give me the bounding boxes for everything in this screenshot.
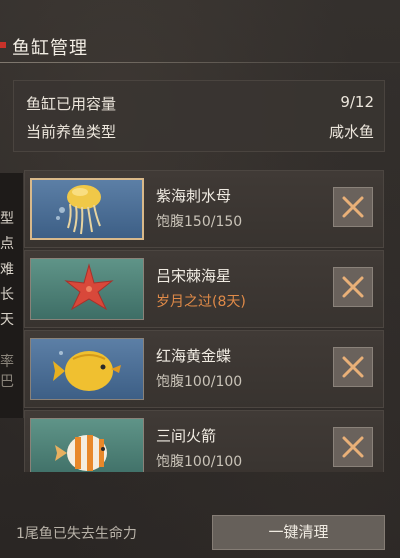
release-fish-button[interactable] bbox=[333, 347, 373, 387]
fish-card[interactable]: 三间火箭 饱腹100/100 bbox=[24, 410, 384, 472]
header-divider bbox=[0, 62, 400, 63]
jellyfish-icon bbox=[56, 185, 101, 235]
close-icon bbox=[342, 356, 364, 378]
fish-name: 紫海刺水母 bbox=[156, 187, 232, 205]
fish-name: 三间火箭 bbox=[156, 427, 217, 445]
fish-status: 饱腹150/150 bbox=[156, 214, 243, 230]
butterflyfish-icon bbox=[53, 351, 121, 391]
page-title: 鱼缸管理 bbox=[12, 38, 88, 59]
side-info-panel: 型 点 难 长 天 率 巴 bbox=[0, 173, 24, 418]
side-char: 率 bbox=[0, 354, 14, 370]
fish-thumbnail bbox=[30, 338, 144, 400]
fish-type-value: 咸水鱼 bbox=[328, 123, 374, 141]
close-icon bbox=[342, 276, 364, 298]
fish-card[interactable]: 紫海刺水母 饱腹150/150 bbox=[24, 170, 384, 248]
fish-card[interactable]: 吕宋棘海星 岁月之过(8天) bbox=[24, 250, 384, 328]
fish-type-label: 当前养鱼类型 bbox=[26, 123, 117, 141]
starfish-icon bbox=[64, 263, 114, 311]
tank-info-panel: 鱼缸已用容量 9/12 当前养鱼类型 咸水鱼 bbox=[13, 80, 385, 152]
release-fish-button[interactable] bbox=[333, 187, 373, 227]
side-char: 巴 bbox=[0, 374, 14, 390]
capacity-label: 鱼缸已用容量 bbox=[26, 95, 117, 113]
header: 鱼缸管理 bbox=[0, 28, 400, 68]
fish-list[interactable]: 紫海刺水母 饱腹150/150 吕宋棘海星 岁月之过(8天) 红海黄金蝶 饱腹1… bbox=[24, 166, 384, 472]
fish-card[interactable]: 红海黄金蝶 饱腹100/100 bbox=[24, 330, 384, 408]
fish-status: 饱腹100/100 bbox=[156, 454, 243, 470]
side-char: 点 bbox=[0, 236, 14, 252]
fish-thumbnail bbox=[30, 418, 144, 472]
dead-fish-status: 1尾鱼已失去生命力 bbox=[16, 526, 137, 542]
fish-type-row: 当前养鱼类型 咸水鱼 bbox=[26, 117, 374, 145]
close-icon bbox=[342, 436, 364, 458]
fish-status: 饱腹100/100 bbox=[156, 374, 243, 390]
fish-thumbnail bbox=[30, 258, 144, 320]
release-fish-button[interactable] bbox=[333, 267, 373, 307]
clownfish-icon bbox=[55, 435, 107, 471]
capacity-row: 鱼缸已用容量 9/12 bbox=[26, 89, 374, 117]
fish-name: 吕宋棘海星 bbox=[156, 267, 232, 285]
release-fish-button[interactable] bbox=[333, 427, 373, 467]
close-icon bbox=[342, 196, 364, 218]
header-accent-mark bbox=[0, 42, 6, 48]
fish-status: 岁月之过(8天) bbox=[156, 294, 246, 310]
side-char: 型 bbox=[0, 211, 14, 227]
side-char: 长 bbox=[0, 287, 14, 303]
capacity-value: 9/12 bbox=[340, 93, 374, 111]
side-char: 难 bbox=[0, 262, 14, 278]
fish-thumbnail bbox=[30, 178, 144, 240]
fish-name: 红海黄金蝶 bbox=[156, 347, 232, 365]
side-char: 天 bbox=[0, 312, 14, 328]
clean-all-button[interactable]: 一键清理 bbox=[212, 515, 385, 550]
